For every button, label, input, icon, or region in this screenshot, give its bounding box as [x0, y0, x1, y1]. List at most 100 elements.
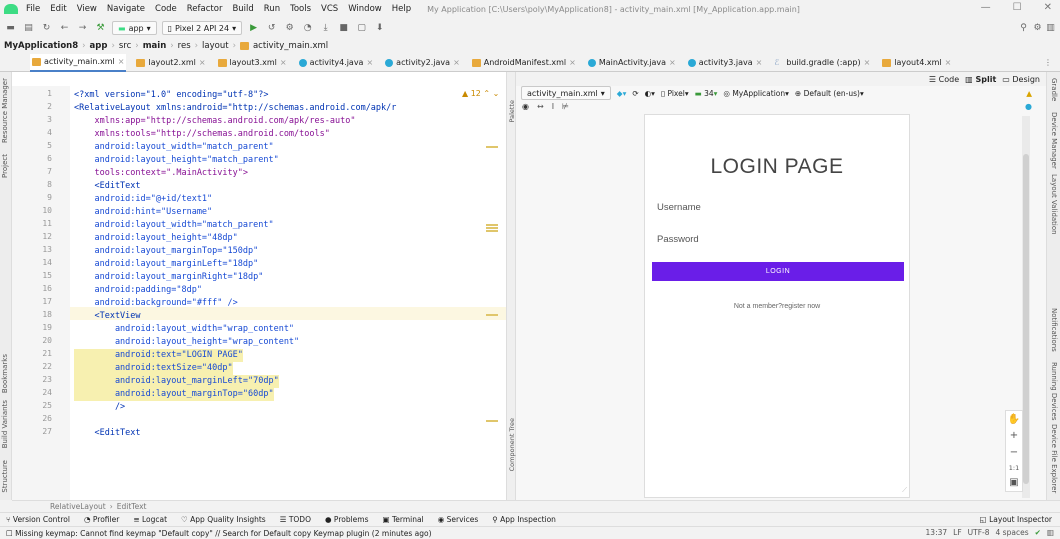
tab-android-manifest[interactable]: AndroidManifest.xml × — [470, 54, 578, 72]
version-control-tool[interactable]: ⑂ Version Control — [6, 515, 70, 524]
todo-tool[interactable]: ☰ TODO — [280, 515, 311, 524]
stop-icon[interactable]: ■ — [337, 22, 350, 35]
profiler-tool[interactable]: ◔ Profiler — [84, 515, 119, 524]
warning-indicator[interactable]: ▲ 12 ⌃ ⌄ — [462, 89, 499, 98]
tab-activity3-java[interactable]: activity3.java × — [686, 54, 765, 72]
guideline-icon[interactable]: I — [552, 102, 554, 111]
constraint-icon[interactable]: ↔ — [537, 102, 544, 111]
design-mode-button[interactable]: ▭ Design — [1002, 75, 1040, 84]
close-tab-icon[interactable]: × — [864, 58, 871, 67]
warning-marker[interactable] — [486, 230, 498, 232]
align-icon[interactable]: ⊭ — [562, 102, 569, 111]
layout-validation-tool[interactable]: Layout Validation — [1050, 174, 1058, 235]
api-combo[interactable]: ▬ 34▾ — [695, 89, 718, 98]
build-variants-tool[interactable]: Build Variants — [1, 400, 9, 448]
tab-main-activity-java[interactable]: MainActivity.java × — [586, 54, 678, 72]
sync-icon[interactable]: ↻ — [40, 22, 53, 35]
tab-activity2-java[interactable]: activity2.java × — [383, 54, 462, 72]
minimize-icon[interactable]: — — [981, 2, 991, 13]
split-mode-button[interactable]: ▥ Split — [965, 75, 996, 84]
close-tab-icon[interactable]: × — [669, 58, 676, 67]
menu-help[interactable]: Help — [392, 4, 411, 14]
code-mode-button[interactable]: ☰ Code — [929, 75, 959, 84]
night-mode-icon[interactable]: ◐▾ — [645, 89, 655, 98]
file-encoding[interactable]: UTF-8 — [968, 528, 990, 537]
close-tab-icon[interactable]: × — [945, 58, 952, 67]
pan-hand-icon[interactable]: ✋ — [1008, 414, 1020, 425]
design-blueprint-icon[interactable]: ◆▾ — [617, 89, 627, 98]
app-quality-insights-tool[interactable]: ♡ App Quality Insights — [181, 515, 266, 524]
device-preview[interactable]: LOGIN PAGE Username Password LOGIN Not a… — [644, 114, 910, 498]
warning-marker[interactable] — [486, 224, 498, 226]
view-options-icon[interactable]: ◉ — [522, 102, 529, 111]
breadcrumb-res[interactable]: res — [178, 41, 191, 51]
menu-code[interactable]: Code — [155, 4, 177, 14]
menu-view[interactable]: View — [77, 4, 97, 14]
logcat-tool[interactable]: ≡ Logcat — [133, 515, 167, 524]
username-field[interactable]: Username — [657, 202, 701, 213]
tab-activity4-java[interactable]: activity4.java × — [297, 54, 376, 72]
status-window-icon[interactable]: ☐ — [6, 529, 13, 538]
warning-marker[interactable] — [486, 227, 498, 229]
layout-file-selector[interactable]: activity_main.xml ▾ — [521, 86, 611, 100]
open-folder-icon[interactable]: ▬ — [4, 22, 17, 35]
close-tab-icon[interactable]: × — [569, 58, 576, 67]
build-hammer-icon[interactable]: ⚒ — [94, 22, 107, 35]
problems-tool[interactable]: ● Problems — [325, 515, 369, 524]
terminal-tool[interactable]: ▣ Terminal — [383, 515, 424, 524]
project-tool[interactable]: Project — [1, 154, 9, 178]
zoom-out-icon[interactable]: − — [1010, 447, 1018, 458]
tab-layout3-xml[interactable]: layout3.xml × — [216, 54, 289, 72]
breadcrumb-project[interactable]: MyApplication8 — [4, 41, 78, 51]
device-manager-icon[interactable]: ▢ — [355, 22, 368, 35]
breadcrumb-main[interactable]: main — [143, 41, 167, 51]
menu-edit[interactable]: Edit — [50, 4, 66, 14]
tab-activity-main-xml[interactable]: activity_main.xml × — [30, 53, 127, 72]
close-icon[interactable]: ✕ — [1044, 2, 1052, 13]
tab-layout2-xml[interactable]: layout2.xml × — [134, 54, 207, 72]
device-selector[interactable]: ▯ Pixel 2 API 24 ▾ — [161, 21, 243, 35]
menu-tools[interactable]: Tools — [290, 4, 311, 14]
memory-indicator-icon[interactable]: ▥ — [1047, 528, 1054, 537]
warning-marker[interactable] — [486, 420, 498, 422]
forward-icon[interactable]: → — [76, 22, 89, 35]
warning-marker[interactable] — [486, 146, 498, 148]
close-tab-icon[interactable]: × — [453, 58, 460, 67]
indent-setting[interactable]: 4 spaces — [996, 528, 1029, 537]
back-icon[interactable]: ← — [58, 22, 71, 35]
close-tab-icon[interactable]: × — [118, 57, 125, 66]
warning-marker[interactable] — [486, 314, 498, 316]
device-file-explorer-tool[interactable]: Device File Explorer — [1050, 424, 1058, 493]
tab-build-gradle[interactable]: ℰbuild.gradle (:app) × — [772, 54, 872, 72]
gradle-tool[interactable]: Gradle — [1050, 78, 1058, 101]
run-icon[interactable]: ▶ — [247, 22, 260, 35]
palette-tool[interactable]: Palette — [508, 100, 516, 123]
component-tree-tool[interactable]: Component Tree — [508, 418, 516, 471]
orientation-icon[interactable]: ⟳ — [632, 89, 638, 98]
resize-handle-icon[interactable]: ⟋ — [902, 486, 907, 495]
menu-window[interactable]: Window — [348, 4, 382, 14]
theme-combo[interactable]: ◎ MyApplication▾ — [723, 89, 789, 98]
menu-refactor[interactable]: Refactor — [187, 4, 223, 14]
close-tab-icon[interactable]: × — [756, 58, 763, 67]
cursor-position[interactable]: 13:37 — [926, 528, 948, 537]
breadcrumb-file[interactable]: activity_main.xml — [253, 41, 328, 51]
notifications-tool[interactable]: Notifications — [1050, 308, 1058, 352]
breadcrumb-module[interactable]: app — [90, 41, 108, 51]
crumb-edit-text[interactable]: EditText — [117, 502, 147, 511]
menu-build[interactable]: Build — [232, 4, 253, 14]
password-field[interactable]: Password — [657, 234, 699, 245]
close-tab-icon[interactable]: × — [199, 58, 206, 67]
menu-file[interactable]: File — [26, 4, 40, 14]
zoom-fit-icon[interactable]: ▣ — [1009, 477, 1018, 488]
structure-tool[interactable]: Structure — [1, 460, 9, 493]
debug-icon[interactable]: ⚙ — [283, 22, 296, 35]
module-selector[interactable]: ▬ app ▾ — [112, 21, 157, 35]
apply-changes-icon[interactable]: ↺ — [265, 22, 278, 35]
login-button[interactable]: LOGIN — [652, 262, 904, 281]
close-tab-icon[interactable]: × — [280, 58, 287, 67]
resource-manager-tool[interactable]: Resource Manager — [1, 78, 9, 143]
crumb-relative-layout[interactable]: RelativeLayout — [50, 502, 106, 511]
menu-navigate[interactable]: Navigate — [107, 4, 145, 14]
device-combo[interactable]: ▯ Pixel▾ — [661, 89, 689, 98]
